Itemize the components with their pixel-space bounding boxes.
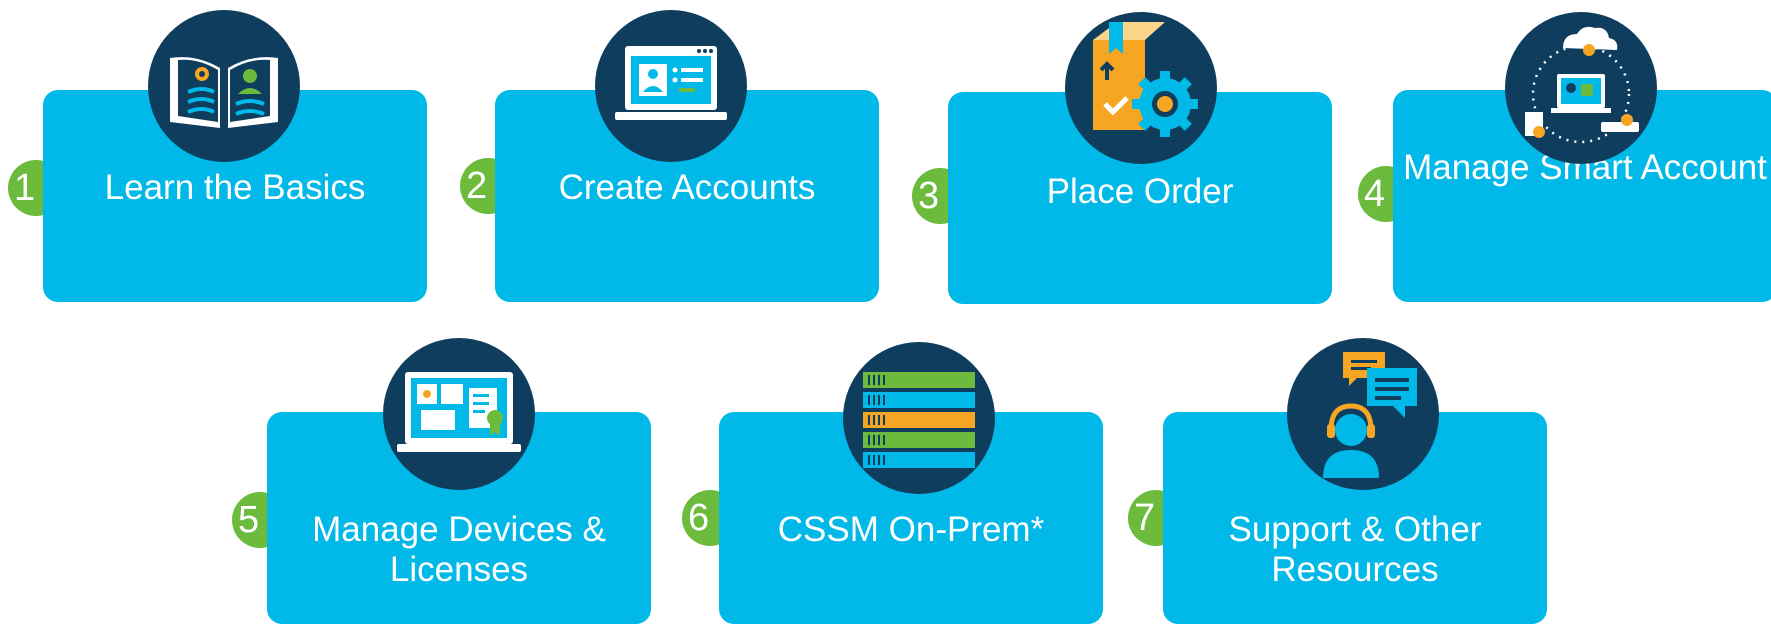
server-stack-icon: [843, 342, 995, 494]
laptop-profile-icon: [595, 10, 747, 162]
step-label-2: Create Accounts: [558, 168, 816, 207]
laptop-license-icon: [383, 338, 535, 490]
step-label-7: Support & Other Resources: [1228, 510, 1482, 589]
package-gear-icon: [1065, 12, 1217, 164]
step-label-5: Manage Devices & Licenses: [312, 510, 606, 589]
open-book-icon: [148, 10, 300, 162]
step-label-6: CSSM On-Prem*: [777, 510, 1045, 549]
support-chat-icon: [1287, 338, 1439, 490]
cloud-account-cycle-icon: [1505, 12, 1657, 164]
step-label-1: Learn the Basics: [104, 168, 366, 207]
step-label-3: Place Order: [1046, 172, 1234, 211]
